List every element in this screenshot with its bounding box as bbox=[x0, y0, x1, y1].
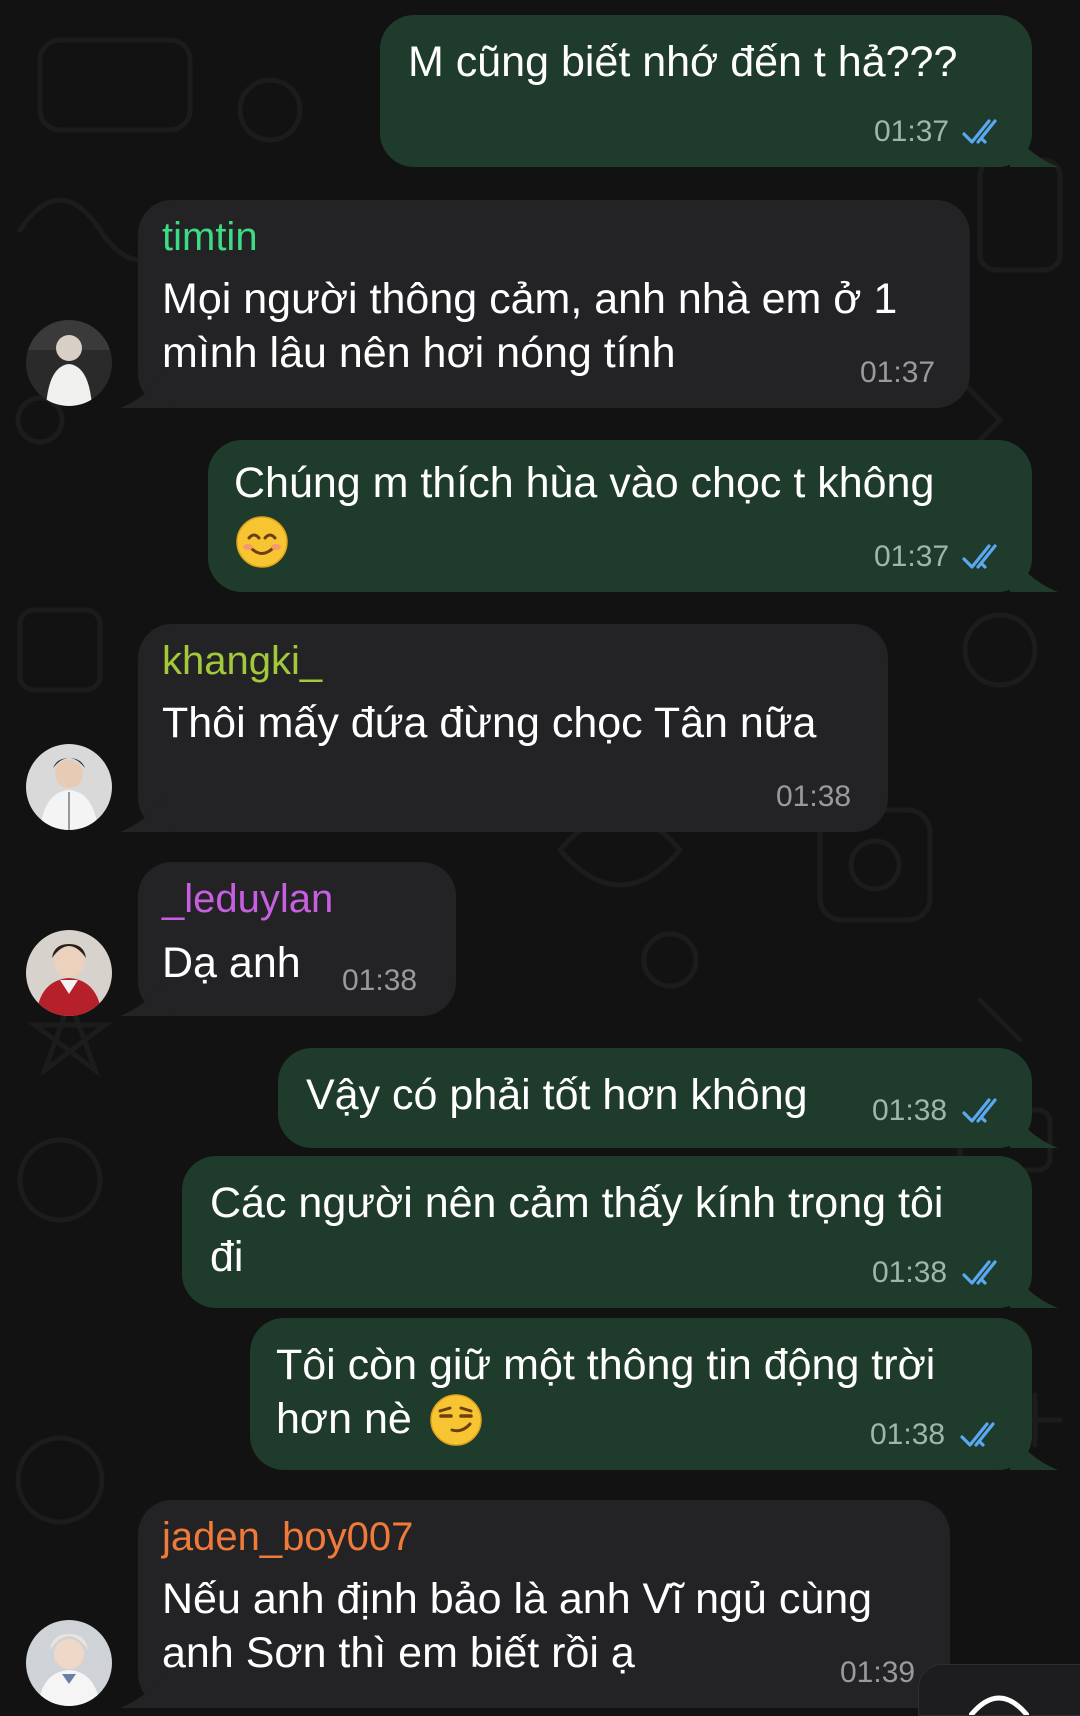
sender-name[interactable]: jaden_boy007 bbox=[162, 1514, 413, 1560]
message-text: Nếu anh định bảo là anh Vĩ ngủ cùng anh S… bbox=[162, 1575, 873, 1677]
sender-name[interactable]: _leduylan bbox=[162, 876, 333, 922]
bubble-tail bbox=[120, 1668, 168, 1708]
message-outgoing[interactable]: Tôi còn giữ một thông tin động trời hơn n… bbox=[250, 1318, 1058, 1470]
message-time: 01:39 bbox=[840, 1656, 916, 1689]
message-text: Thôi mấy đứa đừng chọc Tân nữa bbox=[162, 699, 817, 747]
message-text: Các người nên cảm thấy kính trọng tôi đi bbox=[210, 1179, 944, 1281]
message-time: 01:38 bbox=[870, 1418, 946, 1451]
bubble-tail bbox=[120, 792, 168, 832]
message-outgoing[interactable]: Các người nên cảm thấy kính trọng tôi đi … bbox=[182, 1156, 1058, 1308]
message-text: M cũng biết nhớ đến t hả??? bbox=[408, 38, 958, 86]
message-incoming[interactable]: khangki_ Thôi mấy đứa đừng chọc Tân nữa … bbox=[120, 624, 888, 832]
bubble-tail bbox=[120, 976, 168, 1016]
bubble-tail bbox=[1010, 127, 1058, 167]
message-incoming[interactable]: timtin Mọi người thông cảm, anh nhà em ở… bbox=[120, 200, 970, 408]
smirking-face-emoji bbox=[430, 1394, 482, 1446]
bubble-tail bbox=[1010, 1430, 1058, 1470]
read-double-check-icon bbox=[962, 119, 997, 144]
message-incoming[interactable]: jaden_boy007 Nếu anh định bảo là anh Vĩ … bbox=[120, 1500, 950, 1708]
read-double-check-icon bbox=[960, 1422, 995, 1447]
message-text: Vậy có phải tốt hơn không bbox=[306, 1071, 808, 1119]
message-outgoing[interactable]: Vậy có phải tốt hơn không 01:38 bbox=[278, 1048, 1058, 1148]
message-time: 01:38 bbox=[342, 964, 418, 997]
message-time: 01:37 bbox=[874, 540, 950, 573]
message-time: 01:37 bbox=[860, 356, 936, 389]
message-outgoing[interactable]: Chúng m thích hùa vào chọc t không 01:37 bbox=[208, 440, 1058, 592]
message-incoming[interactable]: _leduylan Dạ anh 01:38 bbox=[120, 862, 456, 1016]
smiling-face-emoji bbox=[236, 516, 288, 568]
message-time: 01:37 bbox=[874, 115, 950, 148]
sender-name[interactable]: khangki_ bbox=[162, 638, 322, 684]
message-text: Dạ anh bbox=[162, 939, 301, 987]
message-text: Tôi còn giữ một thông tin động trời hơn n… bbox=[276, 1341, 936, 1443]
avatar-timtin[interactable] bbox=[26, 320, 112, 406]
scroll-down-button[interactable] bbox=[918, 1664, 1080, 1716]
bubble-tail bbox=[120, 368, 168, 408]
avatar-leduylan[interactable] bbox=[26, 930, 112, 1016]
read-double-check-icon bbox=[962, 1098, 997, 1123]
avatar-khangki[interactable] bbox=[26, 744, 112, 830]
message-time: 01:38 bbox=[872, 1256, 948, 1289]
message-time: 01:38 bbox=[872, 1094, 948, 1127]
message-text: Mọi người thông cảm, anh nhà em ở 1 mình … bbox=[162, 275, 898, 377]
message-text: Chúng m thích hùa vào chọc t không bbox=[234, 459, 935, 507]
message-outgoing[interactable]: M cũng biết nhớ đến t hả??? 01:37 bbox=[380, 15, 1058, 167]
message-time: 01:38 bbox=[776, 780, 852, 813]
bubble-tail bbox=[1010, 552, 1058, 592]
bubble-tail bbox=[1010, 1108, 1058, 1148]
sender-name[interactable]: timtin bbox=[162, 214, 258, 260]
bubble-tail bbox=[1010, 1268, 1058, 1308]
read-double-check-icon bbox=[962, 544, 997, 569]
avatar-jaden-boy007[interactable] bbox=[26, 1620, 112, 1706]
chevron-down-icon bbox=[969, 1695, 1029, 1715]
read-double-check-icon bbox=[962, 1260, 997, 1285]
